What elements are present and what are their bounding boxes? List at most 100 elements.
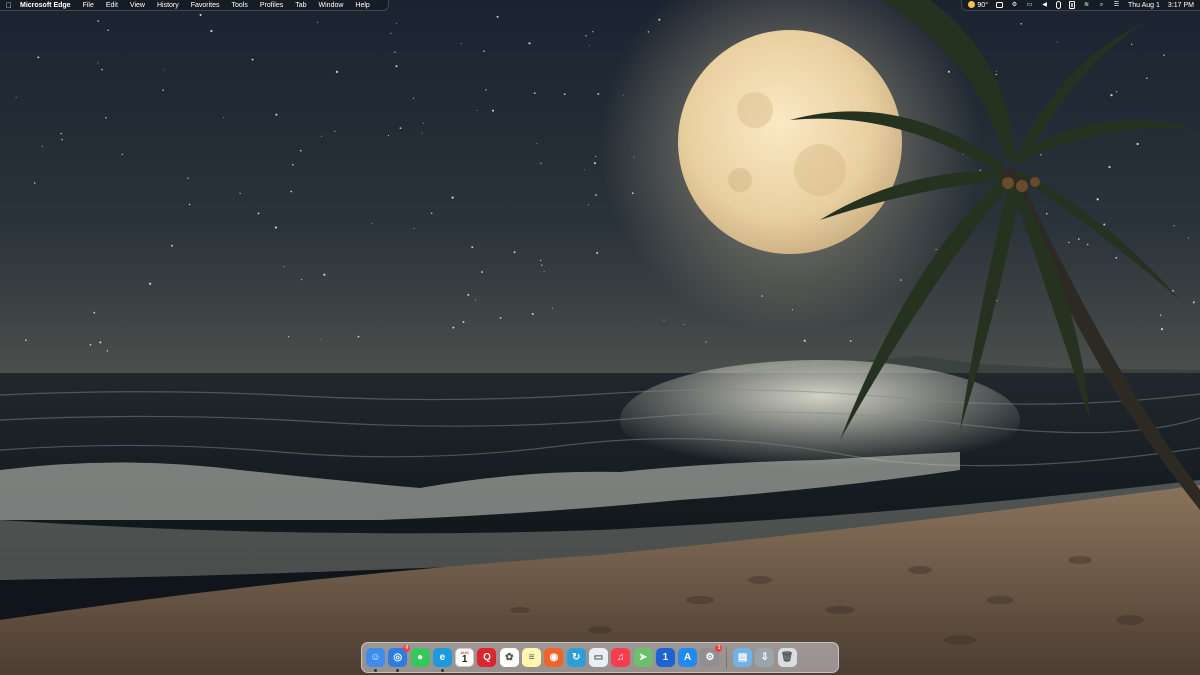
- star: [996, 70, 998, 72]
- star: [595, 194, 597, 196]
- star: [412, 97, 414, 99]
- star: [528, 42, 531, 45]
- star: [387, 134, 389, 137]
- dock-item-finder[interactable]: ☺: [366, 648, 385, 672]
- star: [849, 340, 852, 342]
- dock-item-preview[interactable]: ▭: [588, 648, 608, 667]
- menu-file[interactable]: File: [83, 0, 94, 11]
- menu-help[interactable]: Help: [355, 0, 369, 11]
- menu-favorites[interactable]: Favorites: [191, 0, 220, 11]
- star: [683, 324, 685, 326]
- dock-item-safari[interactable]: ◎ 4: [388, 645, 411, 672]
- menu-history[interactable]: History: [157, 0, 179, 11]
- volume-icon[interactable]: ◀: [1041, 2, 1048, 9]
- dock-item-notes[interactable]: ≡: [522, 648, 542, 667]
- star: [471, 246, 474, 249]
- menu-window[interactable]: Window: [319, 0, 344, 11]
- dock-item-system-settings[interactable]: ⚙ 1: [700, 645, 723, 667]
- star: [451, 196, 454, 199]
- notes-icon: ≡: [528, 652, 535, 663]
- star: [588, 204, 589, 206]
- menu-bar-date[interactable]: Thu Aug 1: [1128, 2, 1160, 9]
- search-icon[interactable]: ⌕: [1098, 2, 1105, 9]
- star: [239, 192, 241, 195]
- menu-edit[interactable]: Edit: [106, 0, 118, 11]
- star: [462, 321, 465, 323]
- weather-widget[interactable]: 90°: [968, 1, 988, 9]
- dock-item-1password[interactable]: 1: [655, 648, 675, 667]
- star: [274, 226, 278, 229]
- star: [323, 273, 326, 276]
- apple-menu-icon[interactable]: : [6, 0, 12, 11]
- star: [61, 138, 63, 141]
- menu-app-name[interactable]: Microsoft Edge: [20, 0, 71, 11]
- dock-item-downloads-folder[interactable]: ⇩: [755, 648, 775, 667]
- menu-view[interactable]: View: [130, 0, 145, 11]
- notification-badge: 4: [403, 645, 411, 652]
- wifi-icon[interactable]: ≋: [1083, 2, 1090, 9]
- star: [316, 21, 318, 23]
- star: [491, 109, 495, 112]
- star: [475, 299, 477, 301]
- dock-item-edge[interactable]: e: [432, 648, 452, 672]
- screen-mirroring-icon[interactable]: [996, 2, 1003, 8]
- star: [1146, 77, 1148, 80]
- running-indicator: [440, 669, 444, 672]
- accessory-icon[interactable]: [1056, 1, 1061, 9]
- menu-bar-time[interactable]: 3:17 PM: [1168, 2, 1194, 9]
- star: [1096, 198, 1099, 201]
- dock-item-maps[interactable]: ➤: [633, 648, 653, 667]
- star: [1020, 22, 1023, 25]
- star: [101, 68, 103, 71]
- menu-tools[interactable]: Tools: [232, 0, 248, 11]
- dock-item-messages[interactable]: ●: [410, 648, 430, 667]
- star: [395, 65, 398, 68]
- star: [335, 70, 339, 74]
- display-icon[interactable]: ▭: [1026, 2, 1033, 9]
- star: [1040, 154, 1042, 156]
- star: [543, 270, 545, 272]
- star: [803, 339, 806, 342]
- star: [1103, 223, 1106, 226]
- star: [536, 142, 538, 144]
- star: [584, 169, 585, 171]
- star: [540, 162, 542, 165]
- folder-icon: ▤: [737, 652, 748, 663]
- star: [394, 51, 396, 53]
- dock-item-photos[interactable]: ✿: [499, 648, 519, 667]
- star: [283, 266, 285, 268]
- control-center-icon[interactable]: ☰: [1113, 2, 1120, 9]
- dock-item-calendar[interactable]: AUG 1: [455, 648, 475, 667]
- star: [496, 15, 499, 18]
- battery-icon[interactable]: [1069, 1, 1075, 9]
- star: [1110, 93, 1113, 97]
- star: [531, 313, 534, 315]
- dock-item-quip[interactable]: Q: [477, 648, 497, 667]
- dock-item-music[interactable]: ♫: [611, 648, 631, 667]
- star: [1086, 243, 1089, 246]
- gear-icon[interactable]: ⚙: [1011, 2, 1018, 9]
- star: [1136, 142, 1139, 146]
- star: [15, 96, 17, 98]
- quip-icon: Q: [483, 652, 491, 663]
- star: [1115, 256, 1118, 259]
- 1password-icon: 1: [662, 652, 669, 663]
- star: [1192, 301, 1195, 304]
- menu-profiles[interactable]: Profiles: [260, 0, 283, 11]
- dock-item-app-store[interactable]: A: [678, 648, 698, 667]
- star: [540, 259, 542, 262]
- star: [148, 282, 152, 285]
- dock-item-app-teal[interactable]: ↻: [566, 648, 586, 667]
- star: [541, 264, 543, 266]
- star: [481, 271, 484, 273]
- calendar-day: 1: [461, 654, 468, 665]
- dock-item-trash[interactable]: 🗑: [777, 648, 797, 667]
- star: [552, 307, 553, 309]
- star: [467, 293, 470, 296]
- dock-item-app-orange[interactable]: ◉: [544, 648, 564, 667]
- star: [563, 93, 566, 96]
- dock-item-applications-folder[interactable]: ▤: [733, 648, 753, 667]
- menu-tab[interactable]: Tab: [295, 0, 306, 11]
- star: [663, 319, 665, 321]
- star: [288, 336, 290, 338]
